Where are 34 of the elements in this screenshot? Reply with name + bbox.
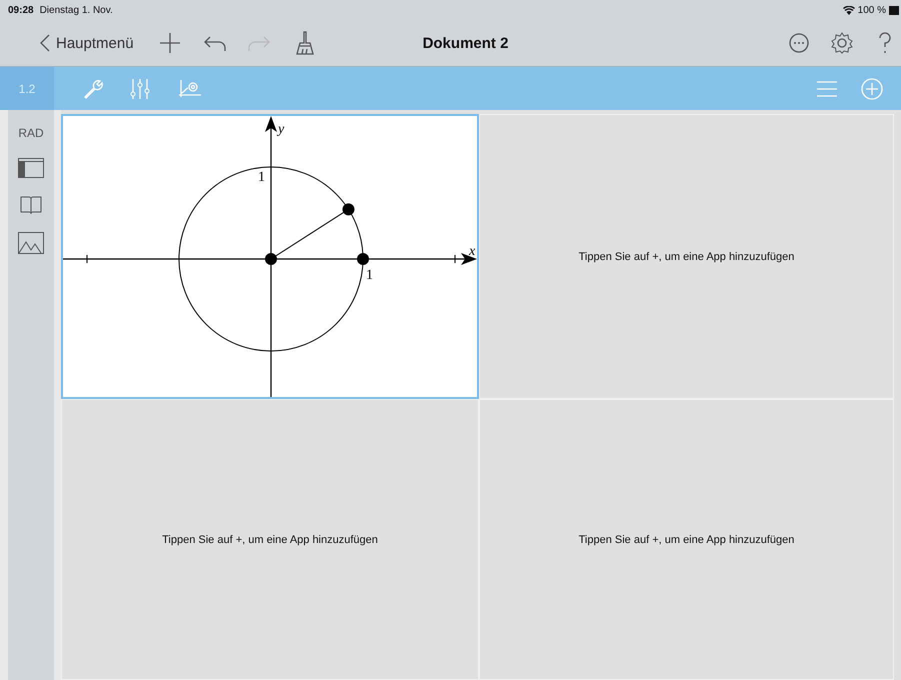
tick-label: 1 — [366, 268, 373, 283]
graph-pane[interactable]: x y 1 1 — [61, 114, 479, 399]
wifi-icon — [842, 6, 855, 14]
status-time: 09:28 — [8, 4, 34, 16]
undo-icon[interactable] — [204, 35, 226, 51]
battery-percent: 100 % — [858, 4, 886, 16]
y-axis-label: y — [278, 122, 284, 137]
x-axis-label: x — [469, 244, 476, 259]
settings-icon[interactable] — [831, 32, 853, 54]
add-app-hint: Tippen Sie auf +, um eine App hinzuzufügen — [578, 534, 794, 546]
help-icon[interactable] — [879, 32, 891, 54]
empty-pane[interactable]: Tippen Sie auf +, um eine App hinzuzufügen — [61, 399, 479, 680]
chevron-left-icon — [40, 34, 50, 52]
book-icon[interactable] — [20, 196, 42, 214]
add-app-hint: Tippen Sie auf +, um eine App hinzuzufügen — [578, 250, 794, 262]
tick-label: 1 — [258, 170, 265, 185]
battery-icon — [889, 6, 899, 14]
circle-point[interactable] — [342, 203, 354, 216]
add-app-hint: Tippen Sie auf +, um eine App hinzuzufügen — [162, 534, 378, 546]
empty-pane[interactable]: Tippen Sie auf +, um eine App hinzuzufügen — [479, 399, 894, 680]
empty-pane[interactable]: Tippen Sie auf +, um eine App hinzuzufügen — [479, 114, 894, 399]
broom-icon[interactable] — [296, 31, 314, 55]
status-date: Dienstag 1. Nov. — [40, 4, 113, 16]
image-icon[interactable] — [18, 232, 44, 254]
angle-mode: RAD — [18, 126, 44, 140]
more-icon[interactable] — [789, 33, 809, 53]
document-title: Dokument 2 — [422, 34, 508, 52]
add-icon[interactable] — [160, 33, 180, 53]
axis-point[interactable] — [357, 253, 369, 265]
layout-icon[interactable] — [18, 158, 44, 178]
origin-point[interactable] — [265, 253, 277, 265]
page-number: 1.2 — [0, 67, 54, 110]
back-button[interactable]: Hauptmenü — [40, 34, 134, 52]
sliders-icon[interactable] — [130, 78, 150, 100]
